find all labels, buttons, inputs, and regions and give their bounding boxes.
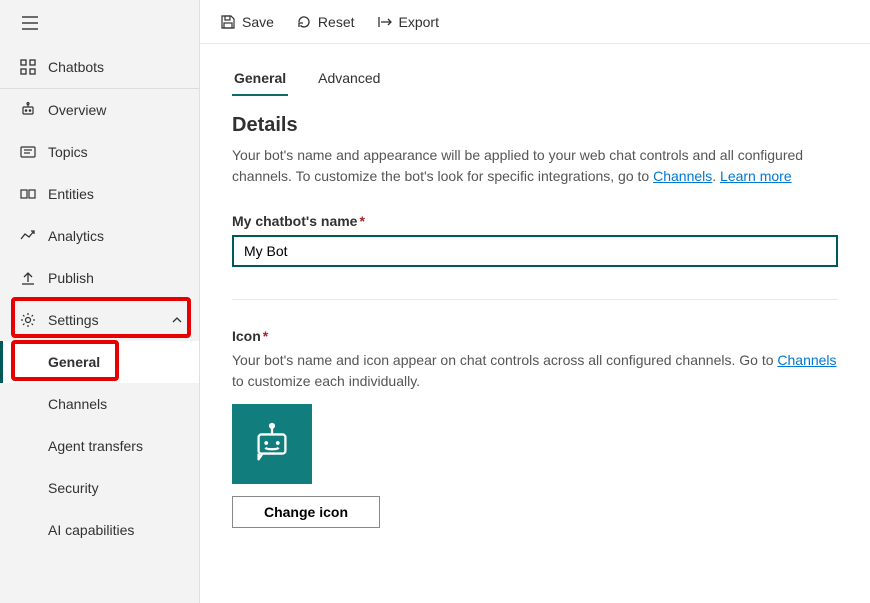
- sidebar-sub-general[interactable]: General: [0, 341, 199, 383]
- hamburger-icon[interactable]: [22, 16, 38, 30]
- sidebar-item-topics[interactable]: Topics: [0, 131, 199, 173]
- sidebar-sub-label: General: [48, 354, 100, 370]
- bot-icon-preview: [232, 404, 312, 484]
- channels-link[interactable]: Channels: [653, 168, 712, 184]
- learn-more-link[interactable]: Learn more: [720, 168, 792, 184]
- icon-label: Icon*: [232, 328, 838, 344]
- topics-icon: [20, 144, 36, 160]
- save-button[interactable]: Save: [220, 14, 274, 30]
- export-button[interactable]: Export: [377, 14, 439, 30]
- toolbar: Save Reset Export: [200, 0, 870, 44]
- toolbar-label: Save: [242, 14, 274, 30]
- reset-button[interactable]: Reset: [296, 14, 355, 30]
- sidebar-item-label: Publish: [48, 270, 94, 286]
- gear-icon: [20, 312, 36, 328]
- tab-label: General: [234, 70, 286, 86]
- sidebar-sub-label: AI capabilities: [48, 522, 134, 538]
- channels-link-2[interactable]: Channels: [777, 352, 836, 368]
- reset-icon: [296, 14, 312, 30]
- bot-name-label: My chatbot's name*: [232, 213, 838, 229]
- chevron-up-icon: [171, 314, 183, 326]
- tab-advanced[interactable]: Advanced: [316, 64, 382, 96]
- section-divider: [232, 299, 838, 300]
- bot-name-input[interactable]: [232, 235, 838, 267]
- bot-icon: [20, 102, 36, 118]
- settings-tabs: General Advanced: [232, 64, 838, 96]
- toolbar-label: Reset: [318, 14, 355, 30]
- details-heading: Details: [232, 114, 838, 137]
- sidebar-item-label: Chatbots: [48, 59, 104, 75]
- sidebar-item-entities[interactable]: Entities: [0, 173, 199, 215]
- sidebar-sub-channels[interactable]: Channels: [0, 383, 199, 425]
- sidebar-sub-agent-transfers[interactable]: Agent transfers: [0, 425, 199, 467]
- grid-icon: [20, 59, 36, 75]
- sidebar-sub-label: Security: [48, 480, 99, 496]
- sidebar-sub-label: Agent transfers: [48, 438, 143, 454]
- change-icon-button[interactable]: Change icon: [232, 496, 380, 528]
- bot-avatar-icon: [249, 421, 295, 467]
- icon-description: Your bot's name and icon appear on chat …: [232, 350, 838, 392]
- sidebar-item-chatbots[interactable]: Chatbots: [0, 46, 199, 88]
- sidebar-item-settings[interactable]: Settings: [0, 299, 199, 341]
- details-description: Your bot's name and appearance will be a…: [232, 145, 838, 187]
- export-icon: [377, 14, 393, 30]
- sidebar-item-label: Analytics: [48, 228, 104, 244]
- required-asterisk: *: [263, 328, 268, 344]
- sidebar-sub-label: Channels: [48, 396, 107, 412]
- sidebar-item-label: Topics: [48, 144, 88, 160]
- publish-icon: [20, 270, 36, 286]
- sidebar-item-publish[interactable]: Publish: [0, 257, 199, 299]
- sidebar-item-analytics[interactable]: Analytics: [0, 215, 199, 257]
- sidebar-sub-ai-capabilities[interactable]: AI capabilities: [0, 509, 199, 551]
- sidebar: Chatbots Overview Topics Entities: [0, 0, 200, 603]
- entities-icon: [20, 186, 36, 202]
- required-asterisk: *: [359, 213, 364, 229]
- tab-label: Advanced: [318, 70, 380, 86]
- sidebar-sub-security[interactable]: Security: [0, 467, 199, 509]
- analytics-icon: [20, 228, 36, 244]
- main-area: Save Reset Export General Ad: [200, 0, 870, 603]
- sidebar-item-label: Entities: [48, 186, 94, 202]
- toolbar-label: Export: [399, 14, 439, 30]
- sidebar-item-label: Overview: [48, 102, 106, 118]
- sidebar-item-label: Settings: [48, 312, 99, 328]
- save-icon: [220, 14, 236, 30]
- tab-general[interactable]: General: [232, 64, 288, 96]
- sidebar-item-overview[interactable]: Overview: [0, 89, 199, 131]
